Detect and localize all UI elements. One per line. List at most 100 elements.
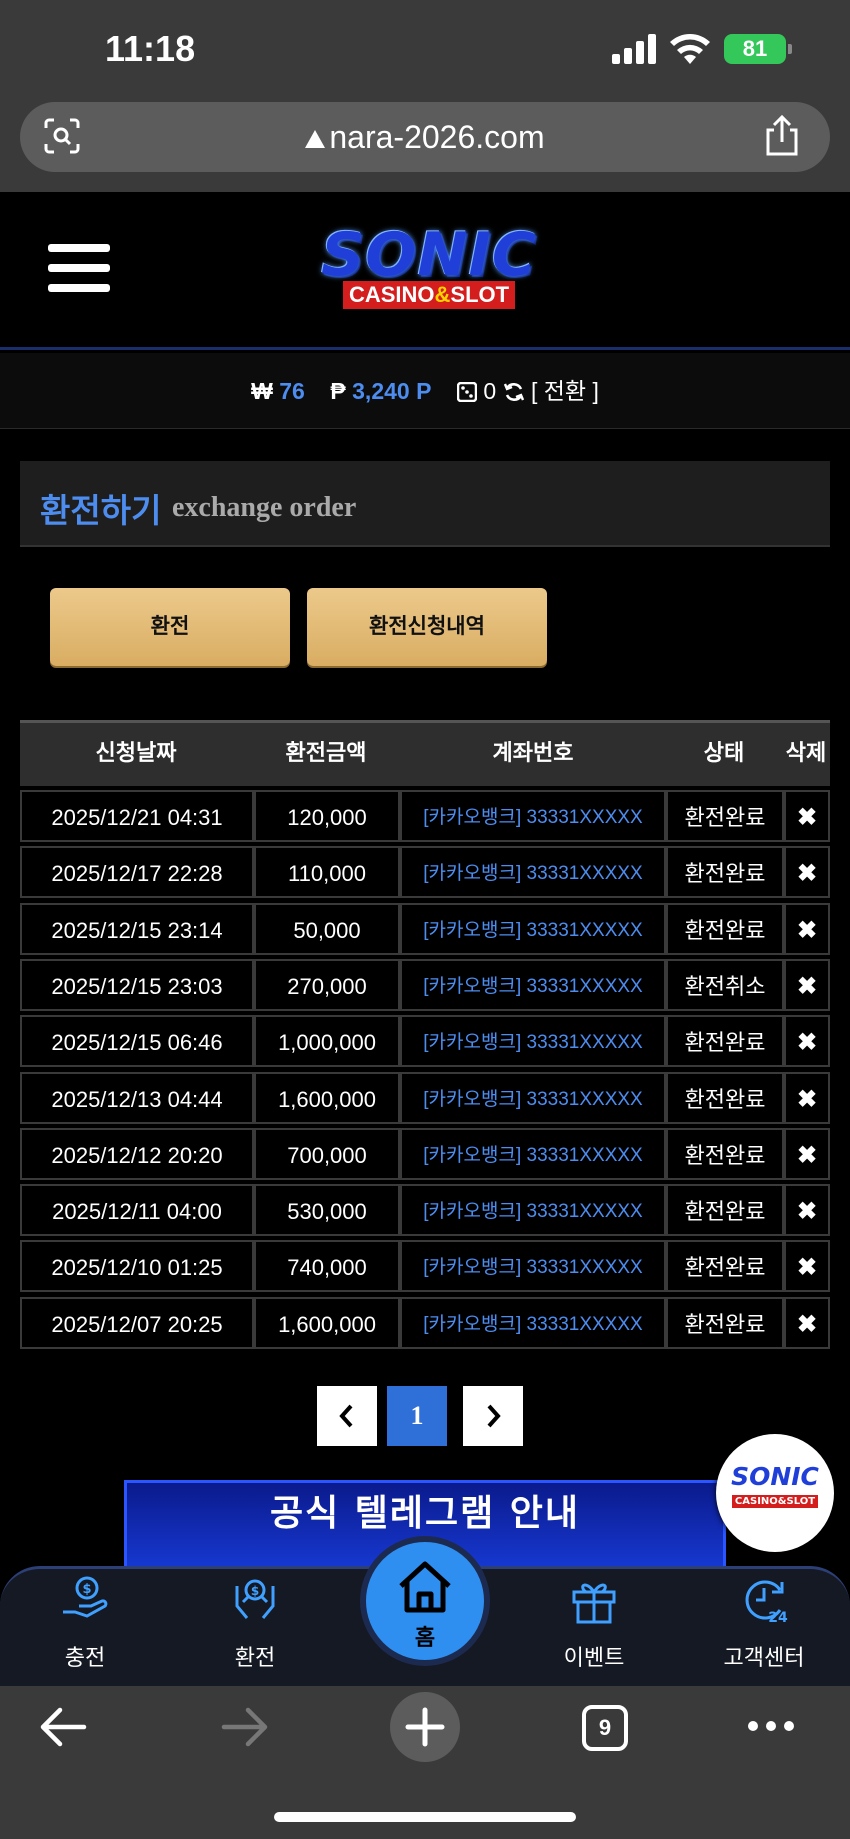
cell-status: 환전완료 xyxy=(666,1296,784,1349)
chevron-left-icon xyxy=(339,1404,353,1428)
cell-amount: 700,000 xyxy=(254,1127,400,1180)
refresh-icon[interactable] xyxy=(503,381,525,403)
fab-logo-subtext: CASINO&SLOT xyxy=(731,1495,819,1508)
cell-account[interactable]: [카카오뱅크] 33331XXXXX xyxy=(400,1071,666,1124)
balance-bar: ₩ 76 ₱ 3,240 P 0 [ 전환 ] xyxy=(0,353,850,429)
home-icon xyxy=(399,1561,451,1613)
dice-icon xyxy=(456,381,478,403)
prev-page-button[interactable] xyxy=(317,1386,377,1446)
cell-account[interactable]: [카카오뱅크] 33331XXXXX xyxy=(400,1184,666,1237)
url-field[interactable]: nara-2026.com xyxy=(0,102,850,172)
cell-date: 2025/12/12 20:20 xyxy=(20,1127,254,1180)
casino-balance: 0 xyxy=(483,378,497,404)
more-icon[interactable] xyxy=(746,1716,796,1736)
cell-date: 2025/12/07 20:25 xyxy=(20,1296,254,1349)
delete-button[interactable]: ✖ xyxy=(784,1296,830,1349)
status-time: 11:18 xyxy=(105,28,196,69)
page-subtitle: exchange order xyxy=(172,492,357,523)
cell-amount: 1,000,000 xyxy=(254,1015,400,1068)
cell-account[interactable]: [카카오뱅크] 33331XXXXX xyxy=(400,1296,666,1349)
home-indicator xyxy=(274,1812,576,1822)
cell-status: 환전완료 xyxy=(666,1240,784,1293)
nav-support-label: 고객센터 xyxy=(723,1645,805,1670)
back-arrow-icon[interactable] xyxy=(38,1706,88,1748)
cell-account[interactable]: [카카오뱅크] 33331XXXXX xyxy=(400,958,666,1011)
delete-button[interactable]: ✖ xyxy=(784,902,830,955)
next-page-button[interactable] xyxy=(463,1386,523,1446)
logo-text: SONIC xyxy=(321,220,537,290)
site-logo[interactable]: SONIC CASINO&SLOT xyxy=(300,225,558,315)
exchange-button[interactable]: 환전 xyxy=(50,588,290,666)
point-icon: ₱ xyxy=(330,378,346,404)
delete-button[interactable]: ✖ xyxy=(784,1240,830,1293)
delete-button[interactable]: ✖ xyxy=(784,1127,830,1180)
page-number-current[interactable]: 1 xyxy=(387,1386,447,1446)
cell-amount: 1,600,000 xyxy=(254,1071,400,1124)
cell-status: 환전완료 xyxy=(666,1015,784,1068)
tabs-button[interactable]: 9 xyxy=(582,1705,628,1751)
convert-button[interactable]: [ 전환 ] xyxy=(531,378,599,404)
gift-icon xyxy=(572,1583,616,1624)
cell-account[interactable]: [카카오뱅크] 33331XXXXX xyxy=(400,846,666,899)
share-icon[interactable] xyxy=(762,114,802,158)
cell-amount: 120,000 xyxy=(254,790,400,842)
wifi-icon xyxy=(670,34,710,64)
floating-logo-button[interactable]: SONIC CASINO&SLOT xyxy=(716,1434,834,1552)
nav-support[interactable]: 24 고객센터 xyxy=(694,1572,834,1672)
svg-text:$: $ xyxy=(251,1584,259,1598)
column-header-status: 상태 xyxy=(703,740,745,765)
cell-date: 2025/12/17 22:28 xyxy=(20,846,254,899)
column-header-date: 신청날짜 xyxy=(95,740,177,765)
forward-arrow-icon xyxy=(221,1707,268,1747)
delete-button[interactable]: ✖ xyxy=(784,790,830,842)
nav-deposit[interactable]: $ 충전 xyxy=(15,1572,155,1672)
nav-exchange-label: 환전 xyxy=(234,1645,276,1670)
won-icon: ₩ xyxy=(251,378,273,404)
cell-account[interactable]: [카카오뱅크] 33331XXXXX xyxy=(400,1015,666,1068)
nav-event[interactable]: 이벤트 xyxy=(524,1572,664,1672)
delete-button[interactable]: ✖ xyxy=(784,846,830,899)
svg-text:$: $ xyxy=(82,1582,91,1597)
cell-amount: 270,000 xyxy=(254,958,400,1011)
cell-date: 2025/12/15 06:46 xyxy=(20,1015,254,1068)
cell-status: 환전완료 xyxy=(666,1071,784,1124)
nav-exchange[interactable]: $ 환전 xyxy=(185,1572,325,1672)
cell-account[interactable]: [카카오뱅크] 33331XXXXX xyxy=(400,1240,666,1293)
cell-account[interactable]: [카카오뱅크] 33331XXXXX xyxy=(400,1127,666,1180)
nav-deposit-label: 충전 xyxy=(64,1645,106,1670)
delete-button[interactable]: ✖ xyxy=(784,1015,830,1068)
cell-account[interactable]: [카카오뱅크] 33331XXXXX xyxy=(400,902,666,955)
cell-amount: 50,000 xyxy=(254,902,400,955)
exchange-history-button[interactable]: 환전신청내역 xyxy=(307,588,547,666)
exchange-icon: $ xyxy=(235,1579,275,1619)
won-balance: 76 xyxy=(279,378,305,404)
banner-text: 공식 텔레그램 안내 xyxy=(269,1493,581,1534)
cell-date: 2025/12/11 04:00 xyxy=(20,1184,254,1237)
delete-button[interactable]: ✖ xyxy=(784,958,830,1011)
page-title: 환전하기 xyxy=(40,492,162,529)
cell-date: 2025/12/13 04:44 xyxy=(20,1071,254,1124)
column-header-delete: 삭제 xyxy=(785,740,827,765)
cell-status: 환전완료 xyxy=(666,846,784,899)
support-24-icon: 24 xyxy=(745,1580,788,1626)
new-tab-icon[interactable] xyxy=(390,1692,460,1762)
svg-text:24: 24 xyxy=(768,1610,788,1626)
cell-status: 환전완료 xyxy=(666,790,784,842)
cell-date: 2025/12/15 23:14 xyxy=(20,902,254,955)
signal-icon xyxy=(612,34,656,64)
nav-home-button[interactable]: 홈 xyxy=(360,1536,490,1666)
cell-amount: 110,000 xyxy=(254,846,400,899)
delete-button[interactable]: ✖ xyxy=(784,1184,830,1237)
point-balance: 3,240 P xyxy=(352,378,432,404)
nav-home-label: 홈 xyxy=(414,1625,436,1650)
cell-amount: 1,600,000 xyxy=(254,1296,400,1349)
fab-logo-text: SONIC xyxy=(731,1462,819,1491)
deposit-icon: $ xyxy=(63,1576,108,1618)
logo-subtext: CASINO&SLOT xyxy=(342,281,516,309)
cell-status: 환전완료 xyxy=(666,1127,784,1180)
delete-button[interactable]: ✖ xyxy=(784,1071,830,1124)
column-header-amount: 환전금액 xyxy=(285,740,367,765)
cell-account[interactable]: [카카오뱅크] 33331XXXXX xyxy=(400,790,666,842)
cell-date: 2025/12/21 04:31 xyxy=(20,790,254,842)
menu-icon[interactable] xyxy=(48,244,110,298)
